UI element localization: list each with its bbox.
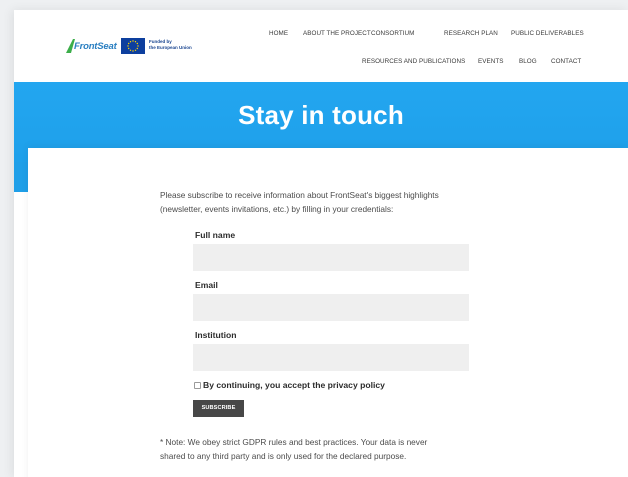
nav-item-blog[interactable]: BLOG bbox=[519, 58, 537, 65]
subscribe-form-card: Please subscribe to receive information … bbox=[28, 148, 628, 477]
nav-item-about-the-project[interactable]: ABOUT THE PROJECT bbox=[303, 30, 371, 37]
privacy-checkbox[interactable] bbox=[194, 382, 201, 389]
subscribe-button[interactable]: SUBSCRIBE bbox=[193, 400, 244, 417]
note-line2: shared to any third party and is only us… bbox=[160, 451, 407, 461]
full-name-label: Full name bbox=[195, 230, 236, 240]
full-name-input[interactable] bbox=[193, 244, 469, 271]
nav-item-contact[interactable]: CONTACT bbox=[551, 58, 581, 65]
main-nav-row2: RESOURCES AND PUBLICATIONS EVENTS BLOG C… bbox=[14, 58, 628, 68]
note-line1: * Note: We obey strict GDPR rules and be… bbox=[160, 437, 428, 447]
nav-item-research-plan[interactable]: RESEARCH PLAN bbox=[444, 30, 498, 37]
gdpr-note: * Note: We obey strict GDPR rules and be… bbox=[160, 435, 490, 463]
nav-item-events[interactable]: EVENTS bbox=[478, 58, 504, 65]
form-intro-text: Please subscribe to receive information … bbox=[160, 188, 520, 216]
nav-item-resources-and-publications[interactable]: RESOURCES AND PUBLICATIONS bbox=[362, 58, 465, 65]
email-input[interactable] bbox=[193, 294, 469, 321]
nav-item-consortium[interactable]: CONSORTIUM bbox=[371, 30, 414, 37]
page: FrontSeat Funded by the European Union H… bbox=[14, 10, 628, 477]
email-label: Email bbox=[195, 280, 218, 290]
intro-line1: Please subscribe to receive information … bbox=[160, 190, 439, 200]
site-header: FrontSeat Funded by the European Union H… bbox=[14, 10, 628, 82]
main-nav-row1: HOME ABOUT THE PROJECT CONSORTIUM RESEAR… bbox=[14, 30, 628, 40]
hero-side-strip bbox=[14, 162, 28, 192]
eu-flag-icon bbox=[121, 38, 145, 54]
nav-item-home[interactable]: HOME bbox=[269, 30, 288, 37]
institution-input[interactable] bbox=[193, 344, 469, 371]
institution-label: Institution bbox=[195, 330, 237, 340]
eu-funding-text: Funded by the European Union bbox=[149, 39, 192, 51]
logo-text: FrontSeat bbox=[74, 41, 117, 52]
eu-text-line2: the European Union bbox=[149, 45, 192, 50]
page-title: Stay in touch bbox=[238, 100, 404, 130]
intro-line2: (newsletter, events invitations, etc.) b… bbox=[160, 204, 394, 214]
privacy-consent-label[interactable]: By continuing, you accept the privacy po… bbox=[203, 380, 385, 390]
nav-item-public-deliverables[interactable]: PUBLIC DELIVERABLES bbox=[511, 30, 584, 37]
